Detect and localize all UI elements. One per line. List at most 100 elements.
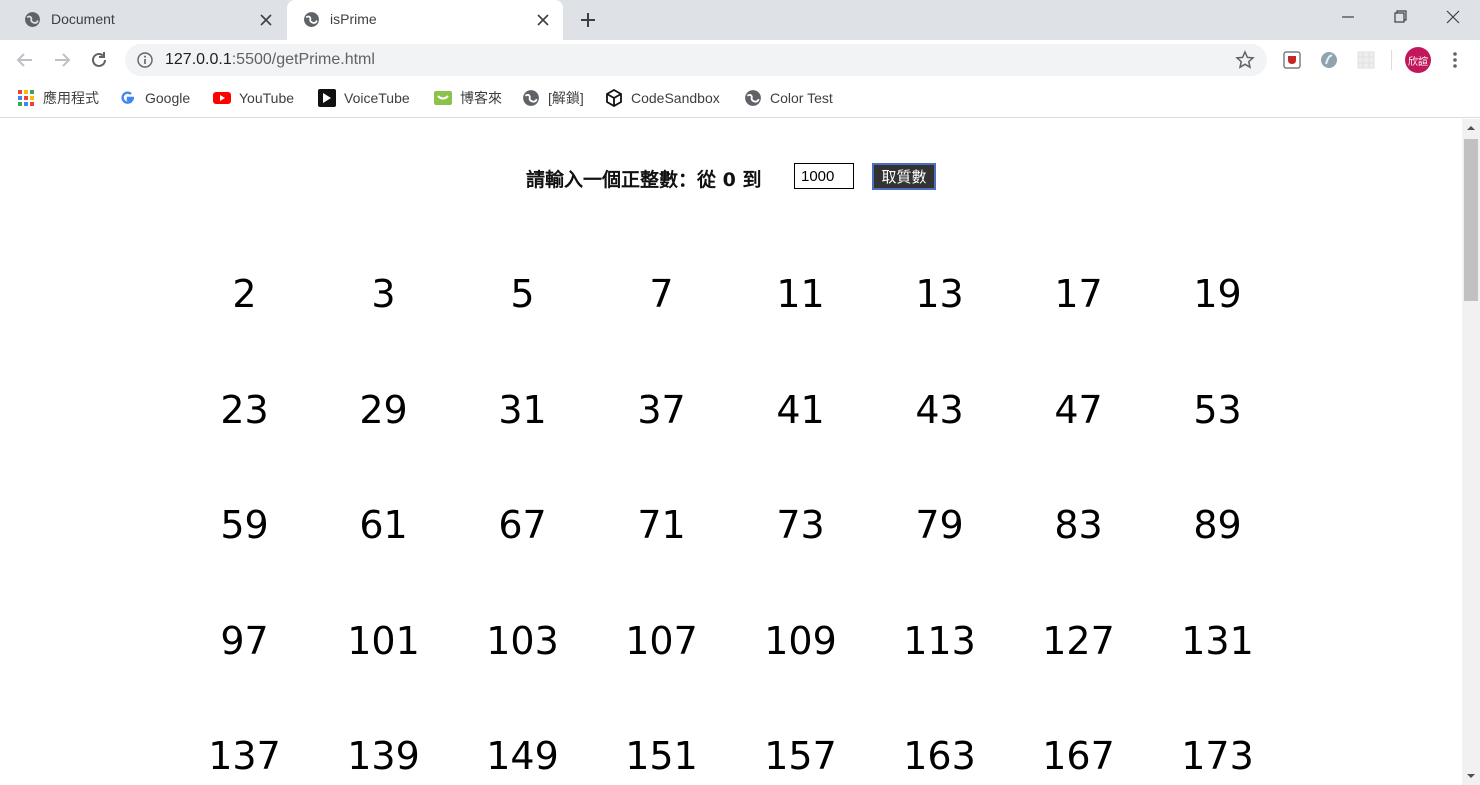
prime-number: 97	[220, 618, 269, 663]
prime-number: 37	[637, 387, 686, 432]
url-host: 127.0.0.1	[165, 51, 232, 68]
prime-number: 31	[498, 387, 547, 432]
bookmark-label: CodeSandbox	[631, 90, 720, 106]
prime-number: 43	[915, 387, 964, 432]
globe-icon	[25, 12, 40, 27]
bookmarks-bar: 應用程式 Google YouTube VoiceTube 博客來 [解鎖] C…	[0, 80, 1480, 118]
prime-number: 5	[510, 272, 535, 316]
bookmark-books[interactable]: 博客來	[434, 88, 502, 108]
prime-number: 79	[915, 503, 964, 547]
tab-isprime[interactable]: isPrime	[287, 0, 563, 40]
bookmark-codesandbox[interactable]: CodeSandbox	[605, 88, 720, 108]
prime-number: 167	[1042, 734, 1115, 778]
bookmark-label: [解鎖]	[548, 90, 584, 106]
page-content: 請輸入一個正整數：從 0 到 取質數 235711131719232931374…	[0, 119, 1462, 785]
prime-number: 103	[486, 618, 559, 663]
voicetube-icon	[318, 89, 336, 107]
browser-toolbar: 127.0.0.1:5500/getPrime.html 欣諠	[0, 40, 1480, 80]
tab-strip: Document isPrime	[0, 0, 1480, 40]
prime-number: 47	[1054, 387, 1103, 432]
globe-icon	[304, 12, 319, 27]
bookmark-google[interactable]: Google	[119, 88, 190, 108]
url-path: :5500/getPrime.html	[231, 51, 375, 68]
scroll-down-arrow-icon[interactable]	[1466, 771, 1476, 781]
bookmark-label: 博客來	[460, 90, 502, 106]
prime-number: 83	[1054, 503, 1103, 547]
back-arrow-icon[interactable]	[15, 50, 35, 70]
prime-number: 67	[498, 503, 547, 547]
forward-arrow-icon[interactable]	[52, 50, 72, 70]
globe-icon	[523, 90, 539, 106]
tab-title: Document	[51, 11, 115, 27]
close-icon[interactable]	[535, 12, 551, 28]
prime-number: 139	[347, 734, 420, 778]
prime-number: 59	[220, 503, 269, 547]
prime-number: 41	[776, 387, 825, 432]
prime-number: 29	[359, 387, 408, 432]
close-window-icon[interactable]	[1438, 6, 1468, 28]
bookmark-label: VoiceTube	[344, 90, 410, 106]
prime-number: 113	[903, 618, 976, 663]
prime-number: 173	[1181, 734, 1254, 778]
bookmark-label: Color Test	[770, 90, 833, 106]
avatar[interactable]: 欣諠	[1405, 47, 1431, 73]
bookmark-colortest[interactable]: Color Test	[744, 88, 833, 108]
globe-icon	[745, 90, 761, 106]
info-icon[interactable]	[137, 52, 153, 68]
new-tab-icon[interactable]	[577, 9, 599, 31]
prime-number: 137	[208, 734, 281, 778]
prime-number: 71	[637, 503, 686, 547]
apps-grid-icon	[18, 90, 34, 106]
url-text[interactable]: 127.0.0.1:5500/getPrime.html	[165, 51, 375, 69]
prime-number: 11	[776, 272, 825, 316]
prime-number: 19	[1193, 272, 1242, 316]
scroll-up-arrow-icon[interactable]	[1466, 123, 1476, 133]
prime-number: 53	[1193, 387, 1242, 432]
prime-number: 7	[649, 272, 674, 316]
prime-number: 163	[903, 734, 976, 778]
scrollbar-thumb[interactable]	[1464, 139, 1478, 301]
reload-icon[interactable]	[89, 50, 109, 70]
prime-number: 17	[1054, 272, 1103, 316]
get-primes-button[interactable]: 取質數	[872, 163, 936, 190]
prime-number: 127	[1042, 618, 1115, 663]
prime-number: 23	[220, 387, 269, 432]
bookmark-unlock[interactable]: [解鎖]	[522, 88, 584, 108]
bookmark-label: 應用程式	[43, 90, 99, 106]
bookmark-star-icon[interactable]	[1235, 50, 1255, 70]
prime-number: 73	[776, 503, 825, 547]
bookmark-apps[interactable]: 應用程式	[17, 88, 99, 108]
toolbar-divider	[1391, 50, 1392, 70]
vertical-scrollbar[interactable]	[1462, 119, 1480, 785]
prime-number: 157	[764, 734, 837, 778]
tab-document[interactable]: Document	[8, 0, 286, 40]
blank-extension-icon[interactable]	[1357, 51, 1375, 69]
lens-extension-icon[interactable]	[1320, 51, 1338, 69]
books-icon	[434, 91, 452, 105]
bookmark-label: YouTube	[239, 90, 295, 106]
close-icon[interactable]	[258, 12, 274, 28]
codesandbox-icon	[606, 89, 622, 107]
upper-bound-input[interactable]	[794, 163, 854, 189]
more-menu-icon[interactable]	[1445, 50, 1465, 70]
form-label: 請輸入一個正整數：從 0 到	[526, 169, 762, 191]
prime-number: 2	[232, 272, 257, 316]
prime-number: 151	[625, 734, 698, 778]
pocket-extension-icon[interactable]	[1283, 51, 1301, 69]
youtube-icon	[213, 92, 231, 104]
address-bar[interactable]: 127.0.0.1:5500/getPrime.html	[125, 44, 1267, 76]
prime-number: 61	[359, 503, 408, 547]
bookmark-youtube[interactable]: YouTube	[213, 88, 294, 108]
prime-number: 107	[625, 618, 698, 663]
prime-number: 149	[486, 734, 559, 778]
bookmark-voicetube[interactable]: VoiceTube	[318, 88, 410, 108]
restore-icon[interactable]	[1385, 6, 1415, 28]
minimize-icon[interactable]	[1333, 6, 1363, 28]
prime-number: 13	[915, 272, 964, 316]
prime-number: 109	[764, 618, 837, 663]
google-icon	[121, 91, 135, 104]
bookmark-label: Google	[145, 90, 191, 106]
prime-form: 請輸入一個正整數：從 0 到 取質數	[0, 162, 1462, 192]
prime-number: 3	[371, 272, 396, 316]
tab-title: isPrime	[330, 11, 377, 27]
